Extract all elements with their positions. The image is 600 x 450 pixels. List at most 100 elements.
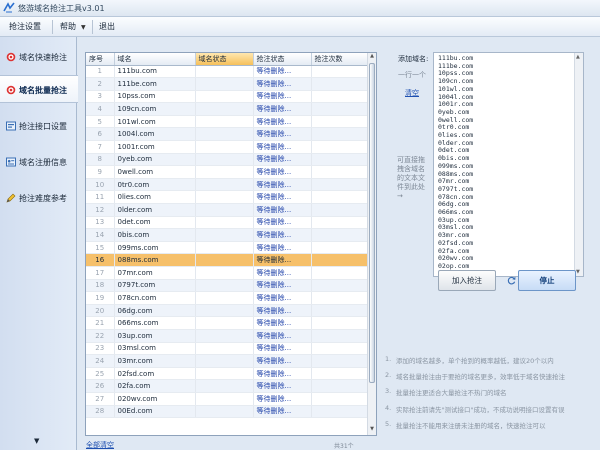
table-row[interactable]: 10 0tr0.com 等待删除... [86,178,370,192]
attempts-cell [311,190,370,205]
tip-item: 1. 添加的域名越多，单个抢到的概率越低，建议20个以内 [385,355,600,371]
domain-status-cell [195,90,254,104]
column-header-domain-status[interactable]: 域名状态 [195,53,254,66]
clear-all-link[interactable]: 全部清空 [86,440,114,450]
table-row[interactable]: 1 111bu.com 等待删除... [86,65,370,79]
total-count: 共31个 [334,443,354,450]
row-index-cell: 28 [86,405,115,419]
table-row[interactable]: 20 06dg.com 等待删除... [86,304,370,318]
menu-help-label: 帮助 [60,22,76,31]
table-row[interactable]: 4 109cn.com 等待删除... [86,102,370,116]
target-icon [6,85,16,95]
domain-cell: 02fsd.com [114,367,196,381]
table-row[interactable]: 8 0yeb.com 等待删除... [86,153,370,167]
scroll-up-icon[interactable]: ▲ [368,53,376,62]
table-row[interactable]: 5 101wl.com 等待删除... [86,115,370,129]
chevron-down-icon: ▼ [81,24,86,31]
row-index-cell: 26 [86,379,115,393]
table-row[interactable]: 9 0well.com 等待删除... [86,165,370,179]
table-row[interactable]: 17 07mr.com 等待删除... [86,266,370,280]
menu-exit[interactable]: 退出 [99,21,115,32]
table-row[interactable]: 18 0797t.com 等待删除... [86,279,370,293]
register-status-cell: 等待删除... [253,241,312,255]
attempts-cell [311,165,370,179]
table-row[interactable]: 19 078cn.com 等待删除... [86,291,370,305]
table-body: 1 111bu.com 等待删除... 2 111be.com 等待删除... 3 10pss… [86,65,370,419]
scroll-thumb[interactable] [369,63,375,383]
domain-cell: 0lies.com [114,190,196,205]
table-row[interactable]: 14 0bis.com 等待删除... [86,228,370,242]
attempts-cell [311,253,370,267]
table-row[interactable]: 13 0det.com 等待删除... [86,216,370,230]
column-header-register-status[interactable]: 抢注状态 [253,53,312,66]
row-index-cell: 24 [86,354,115,368]
add-to-register-button[interactable]: 加入抢注 [438,270,496,291]
table-header-row: 序号 域名 域名状态 抢注状态 抢注次数 [86,53,370,66]
table-row[interactable]: 23 03msl.com 等待删除... [86,342,370,356]
table-row[interactable]: 27 020wv.com 等待删除... [86,392,370,406]
sidebar-item-label: 域名快速抢注 [19,53,67,62]
tips-list: 1. 添加的域名越多，单个抢到的概率越低，建议20个以内 2. 域名批量抢注由于要抢… [385,355,600,436]
table-row[interactable]: 11 0lies.com 等待删除... [86,190,370,205]
sidebar-item-interface-settings[interactable]: 抢注接口设置 [0,112,77,140]
attempts-cell [311,153,370,167]
sidebar-item-quick-register[interactable]: 域名快速抢注 [0,43,77,71]
scroll-down-icon[interactable]: ▼ [368,426,376,435]
attempts-cell [311,115,370,129]
attempts-cell [311,354,370,368]
row-index-cell: 25 [86,367,115,381]
table-row[interactable]: 28 00Ed.com 等待删除... [86,405,370,419]
sidebar-item-label: 抢注接口设置 [19,122,67,131]
table-row[interactable]: 2 111be.com 等待删除... [86,77,370,91]
table-row[interactable]: 15 099ms.com 等待删除... [86,241,370,255]
tip-text: 批量抢注更适合大量抢注不热门的域名 [396,389,507,398]
domain-cell: 0yeb.com [114,153,196,167]
domain-textarea-value: 111bu.com 111be.com 10pss.com 109cn.com … [438,54,474,276]
column-header-attempts[interactable]: 抢注次数 [311,53,370,66]
table-row[interactable]: 7 1001r.com 等待删除... [86,140,370,154]
row-index-cell: 14 [86,228,115,242]
table-row[interactable]: 24 03mr.com 等待删除... [86,354,370,368]
scroll-up-icon[interactable]: ▲ [576,54,580,60]
domain-grid: 序号 域名 域名状态 抢注状态 抢注次数 1 111bu.com 等待删除... 2 1… [85,52,377,436]
menu-help[interactable]: 帮助 ▼ [60,21,86,32]
table-row[interactable]: 12 0lder.com 等待删除... [86,203,370,217]
table-row[interactable]: 22 03up.com 等待删除... [86,329,370,343]
attempts-cell [311,316,370,330]
clear-textarea-link[interactable]: 清空 [405,88,419,98]
column-header-index[interactable]: 序号 [86,53,115,66]
sidebar-item-batch-register[interactable]: 域名批量抢注 [0,75,78,103]
domain-status-cell [195,127,254,142]
register-status-cell: 等待删除... [253,379,312,393]
domain-cell: 02fa.com [114,379,196,393]
table-row[interactable]: 21 066ms.com 等待删除... [86,316,370,330]
menu-settings[interactable]: 抢注设置 [9,21,41,32]
sidebar-item-registration-info[interactable]: 域名注册信息 [0,148,77,176]
table-row[interactable]: 3 10pss.com 等待删除... [86,90,370,104]
register-status-cell: 等待删除... [253,291,312,305]
column-header-domain[interactable]: 域名 [114,53,196,66]
domain-status-cell [195,203,254,217]
tip-text: 实际抢注前请先"测试接口"成功，不成功说明接口设置有误 [396,405,565,414]
register-status-cell: 等待删除... [253,77,312,91]
textarea-scrollbar[interactable]: ▲ ▼ [574,53,583,276]
attempts-cell [311,102,370,116]
table-row[interactable]: 16 088ms.com 等待删除... [86,253,370,267]
tip-number: 3. [385,387,392,396]
grid-scrollbar[interactable]: ▲ ▼ [367,53,376,435]
register-status-cell: 等待删除... [253,90,312,104]
table-row[interactable]: 25 02fsd.com 等待删除... [86,367,370,381]
stop-button[interactable]: 停止 [518,270,576,291]
register-status-cell: 等待删除... [253,279,312,293]
domain-status-cell [195,115,254,129]
row-index-cell: 3 [86,90,115,104]
register-status-cell: 等待删除... [253,65,312,79]
sidebar-scroll-down-icon[interactable]: ▼ [34,437,39,445]
domain-textarea[interactable]: 111bu.com 111be.com 10pss.com 109cn.com … [433,52,584,277]
table-row[interactable]: 6 1004l.com 等待删除... [86,127,370,142]
scroll-down-icon[interactable]: ▼ [576,269,580,275]
refresh-icon[interactable] [507,276,516,285]
row-index-cell: 16 [86,253,115,267]
table-row[interactable]: 26 02fa.com 等待删除... [86,379,370,393]
sidebar-item-difficulty-reference[interactable]: 抢注难度参考 [0,184,77,212]
